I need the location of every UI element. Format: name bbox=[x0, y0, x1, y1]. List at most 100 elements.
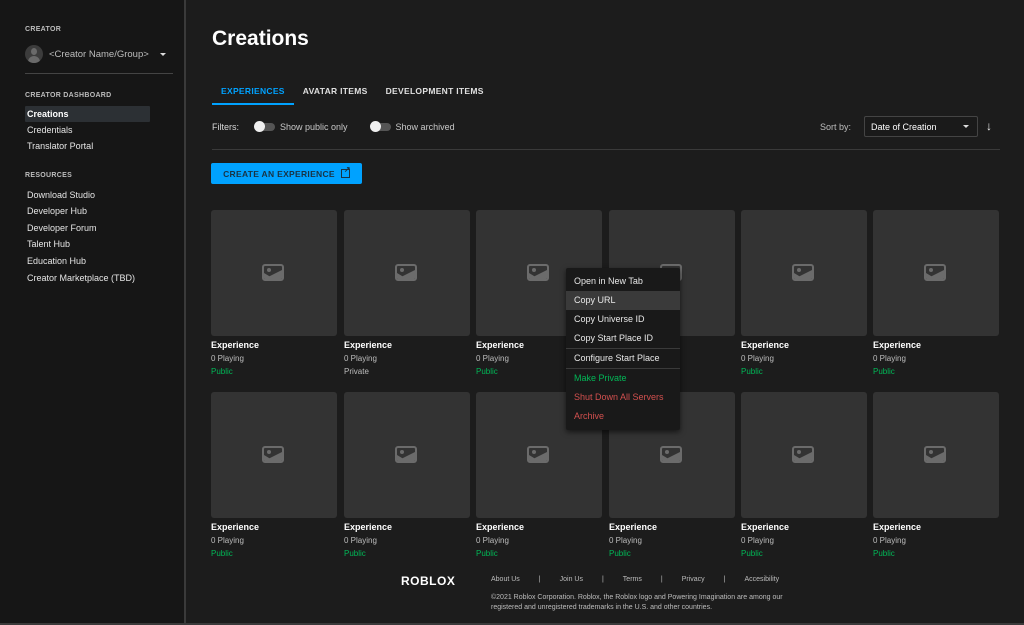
footer-link-privacy[interactable]: Privacy bbox=[682, 576, 705, 583]
resources-section-label: RESOURCES bbox=[25, 172, 73, 179]
experience-playing-count: 0 Playing bbox=[741, 354, 774, 363]
experience-title[interactable]: Experience bbox=[741, 340, 867, 350]
experience-playing-count: 0 Playing bbox=[344, 354, 377, 363]
create-experience-button[interactable]: CREATE AN EXPERIENCE bbox=[211, 163, 362, 184]
experience-playing-count: 0 Playing bbox=[873, 354, 906, 363]
creator-selector[interactable]: <Creator Name/Group> bbox=[25, 43, 173, 65]
roblox-logo[interactable]: ROBLOX bbox=[401, 574, 455, 588]
footer-separator: | bbox=[601, 576, 604, 583]
experience-card[interactable]: Experience 0 Playing Public bbox=[211, 210, 337, 376]
experience-thumbnail[interactable] bbox=[873, 210, 999, 336]
tab-avatar-items[interactable]: AVATAR ITEMS bbox=[294, 84, 377, 103]
image-placeholder-icon bbox=[395, 264, 417, 281]
experience-thumbnail[interactable] bbox=[211, 392, 337, 518]
image-placeholder-icon bbox=[527, 446, 549, 463]
sort-by-label: Sort by: bbox=[820, 122, 852, 132]
experience-thumbnail[interactable] bbox=[741, 210, 867, 336]
image-placeholder-icon bbox=[262, 446, 284, 463]
menu-item-configure-start-place[interactable]: Configure Start Place bbox=[566, 349, 680, 368]
image-placeholder-icon bbox=[792, 446, 814, 463]
toggle-label-archived: Show archived bbox=[395, 122, 455, 132]
menu-item-open-new-tab[interactable]: Open in New Tab bbox=[566, 272, 680, 291]
page-title: Creations bbox=[212, 27, 309, 50]
experience-thumbnail[interactable] bbox=[211, 210, 337, 336]
experience-playing-count: 0 Playing bbox=[873, 536, 906, 545]
footer-links: About Us | Join Us | Terms | Privacy | A… bbox=[491, 576, 779, 583]
menu-item-copy-universe-id[interactable]: Copy Universe ID bbox=[566, 310, 680, 329]
tab-bar: EXPERIENCES AVATAR ITEMS DEVELOPMENT ITE… bbox=[212, 84, 493, 105]
image-placeholder-icon bbox=[262, 264, 284, 281]
experience-card[interactable]: Experience 0 Playing Public bbox=[873, 210, 999, 376]
sidebar-item-talent-hub[interactable]: Talent Hub bbox=[25, 236, 150, 252]
image-placeholder-icon bbox=[527, 264, 549, 281]
experience-title[interactable]: Experience bbox=[476, 522, 602, 532]
experience-title[interactable]: Experience bbox=[211, 522, 337, 532]
toggle-show-archived[interactable] bbox=[369, 121, 391, 132]
sidebar-item-translator-portal[interactable]: Translator Portal bbox=[25, 138, 150, 154]
chevron-down-icon bbox=[963, 125, 969, 128]
experience-card[interactable]: Experience 0 Playing Public bbox=[741, 210, 867, 376]
footer-separator: | bbox=[723, 576, 726, 583]
tab-development-items[interactable]: DEVELOPMENT ITEMS bbox=[377, 84, 493, 103]
filters-bar: Filters: Show public only Show archived bbox=[212, 120, 478, 134]
image-placeholder-icon bbox=[924, 446, 946, 463]
footer-link-about[interactable]: About Us bbox=[491, 576, 520, 583]
footer-link-join[interactable]: Join Us bbox=[560, 576, 583, 583]
sidebar-item-developer-hub[interactable]: Developer Hub bbox=[25, 203, 150, 219]
experience-playing-count: 0 Playing bbox=[609, 536, 642, 545]
sidebar-item-credentials[interactable]: Credentials bbox=[25, 122, 150, 138]
sidebar-item-download-studio[interactable]: Download Studio bbox=[25, 187, 150, 203]
footer-link-terms[interactable]: Terms bbox=[623, 576, 642, 583]
sidebar: CREATOR <Creator Name/Group> CREATOR DAS… bbox=[0, 0, 186, 625]
footer-link-accessibility[interactable]: Accesibility bbox=[744, 576, 779, 583]
create-experience-label: CREATE AN EXPERIENCE bbox=[223, 168, 335, 179]
avatar bbox=[25, 45, 43, 63]
experience-title[interactable]: Experience bbox=[344, 340, 470, 350]
sidebar-divider bbox=[25, 73, 173, 74]
sort-select[interactable]: Date of Creation bbox=[864, 116, 978, 137]
experience-playing-count: 0 Playing bbox=[211, 536, 244, 545]
arrow-down-icon[interactable]: ↓ bbox=[986, 119, 992, 133]
experience-status: Public bbox=[741, 367, 763, 376]
toggle-label-public-only: Show public only bbox=[280, 122, 348, 132]
image-placeholder-icon bbox=[792, 264, 814, 281]
experience-title[interactable]: Experience bbox=[741, 522, 867, 532]
experience-status: Public bbox=[476, 549, 498, 558]
tab-experiences[interactable]: EXPERIENCES bbox=[212, 84, 294, 105]
filters-label: Filters: bbox=[212, 122, 239, 132]
experience-thumbnail[interactable] bbox=[741, 392, 867, 518]
experience-thumbnail[interactable] bbox=[344, 210, 470, 336]
menu-item-shut-down-servers[interactable]: Shut Down All Servers bbox=[566, 388, 680, 407]
sort-select-value: Date of Creation bbox=[871, 121, 937, 132]
experience-status: Public bbox=[211, 367, 233, 376]
dashboard-section-label: CREATOR DASHBOARD bbox=[25, 92, 112, 99]
experience-thumbnail[interactable] bbox=[344, 392, 470, 518]
external-link-icon bbox=[340, 165, 351, 178]
experience-card[interactable]: Experience 0 Playing Public bbox=[873, 392, 999, 558]
toggle-show-public-only[interactable] bbox=[254, 121, 275, 132]
sidebar-item-creations[interactable]: Creations bbox=[25, 106, 150, 122]
menu-item-copy-url[interactable]: Copy URL bbox=[566, 291, 680, 310]
sidebar-item-creator-marketplace[interactable]: Creator Marketplace (TBD) bbox=[25, 270, 175, 286]
footer-separator: | bbox=[660, 576, 663, 583]
experience-title[interactable]: Experience bbox=[211, 340, 337, 350]
sidebar-item-developer-forum[interactable]: Developer Forum bbox=[25, 220, 150, 236]
menu-item-make-private[interactable]: Make Private bbox=[566, 369, 680, 388]
experience-title[interactable]: Experience bbox=[609, 522, 735, 532]
sidebar-item-education-hub[interactable]: Education Hub bbox=[25, 253, 150, 269]
experience-card[interactable]: Experience 0 Playing Public bbox=[211, 392, 337, 558]
image-placeholder-icon bbox=[660, 446, 682, 463]
experience-status: Private bbox=[344, 367, 369, 376]
experience-playing-count: 0 Playing bbox=[344, 536, 377, 545]
experience-status: Public bbox=[741, 549, 763, 558]
experience-title[interactable]: Experience bbox=[873, 522, 999, 532]
menu-item-archive[interactable]: Archive bbox=[566, 407, 680, 426]
experience-card[interactable]: Experience 0 Playing Public bbox=[344, 392, 470, 558]
experience-card[interactable]: Experience 0 Playing Public bbox=[741, 392, 867, 558]
experience-card[interactable]: Experience 0 Playing Private bbox=[344, 210, 470, 376]
experience-title[interactable]: Experience bbox=[344, 522, 470, 532]
experience-thumbnail[interactable] bbox=[873, 392, 999, 518]
experience-status: Public bbox=[873, 367, 895, 376]
menu-item-copy-start-place-id[interactable]: Copy Start Place ID bbox=[566, 329, 680, 348]
experience-title[interactable]: Experience bbox=[873, 340, 999, 350]
